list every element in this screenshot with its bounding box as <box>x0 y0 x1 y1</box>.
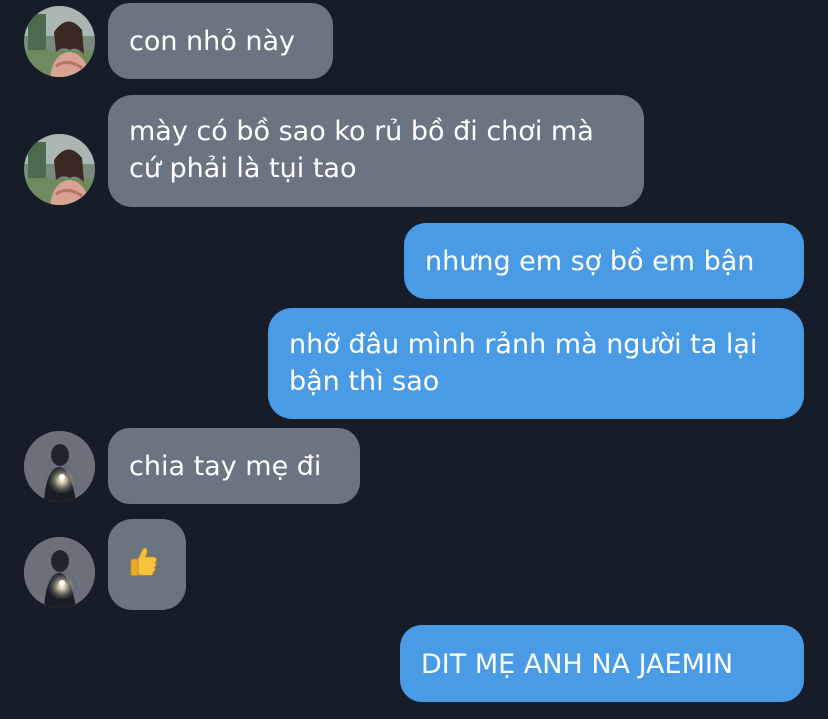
girl-photo-avatar-image <box>24 6 95 77</box>
incoming-message-bubble[interactable]: mày có bồ sao ko rủ bồ đi chơi mà cứ phả… <box>108 95 644 207</box>
sender-avatar-mirror-selfie[interactable] <box>24 431 95 502</box>
incoming-message-bubble[interactable]: chia tay mẹ đi <box>108 428 360 504</box>
message-text-line: nhỡ đâu mình rảnh mà người ta lại <box>289 329 758 360</box>
outgoing-message-bubble[interactable]: DIT MẸ ANH NA JAEMIN <box>400 625 804 702</box>
sender-avatar-girl[interactable] <box>24 134 95 205</box>
message-text: nhưng em sợ bồ em bận <box>425 246 755 277</box>
thumbs-up-emoji <box>128 545 160 577</box>
mirror-selfie-avatar-image <box>24 431 95 502</box>
incoming-message-bubble[interactable] <box>108 519 186 610</box>
message-text: DIT MẸ ANH NA JAEMIN <box>421 649 734 680</box>
message-text: chia tay mẹ đi <box>129 451 322 482</box>
message-text-line: cứ phải là tụi tao <box>129 153 357 184</box>
thumbs-up-icon <box>130 547 157 576</box>
sender-avatar-mirror-selfie[interactable] <box>24 537 95 608</box>
mirror-selfie-avatar-image <box>24 537 95 608</box>
message-text-line: bận thì sao <box>289 366 440 397</box>
outgoing-message-bubble[interactable]: nhỡ đâu mình rảnh mà người ta lại bận th… <box>268 308 804 419</box>
outgoing-message-bubble[interactable]: nhưng em sợ bồ em bận <box>404 223 804 299</box>
incoming-message-bubble[interactable]: con nhỏ này <box>108 3 333 79</box>
sender-avatar-girl[interactable] <box>24 6 95 77</box>
girl-photo-avatar-image <box>24 134 95 205</box>
message-text-line: mày có bồ sao ko rủ bồ đi chơi mà <box>129 116 594 147</box>
message-text: con nhỏ này <box>129 26 296 57</box>
